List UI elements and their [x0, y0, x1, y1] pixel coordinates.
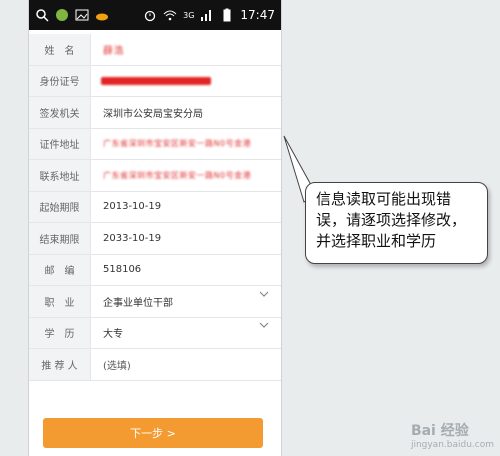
field-label: 邮 编 — [29, 254, 91, 285]
app-icon — [56, 9, 68, 21]
form-row-referrer[interactable]: 推 荐 人 (选填) — [29, 349, 281, 381]
form-row-name[interactable]: 姓 名 薛浩 — [29, 34, 281, 66]
occupation-select[interactable]: 企事业单位干部 — [91, 291, 281, 309]
field-label: 签发机关 — [29, 97, 91, 128]
field-label: 职 业 — [29, 286, 91, 317]
status-bar: 3G 17:47 — [29, 0, 281, 30]
cloud-icon — [96, 13, 108, 21]
field-label: 起始期限 — [29, 191, 91, 222]
battery-icon — [223, 8, 231, 22]
signal-icon — [201, 10, 212, 21]
form-row-start-date[interactable]: 起始期限 2013-10-19 — [29, 191, 281, 223]
chevron-down-icon[interactable] — [259, 320, 269, 330]
occupation-value: 企事业单位干部 — [103, 297, 173, 309]
field-label: 学 历 — [29, 317, 91, 348]
name-field[interactable]: 薛浩 — [91, 42, 281, 57]
field-label: 身份证号 — [29, 65, 91, 96]
watermark-main: Bai 经验 — [410, 423, 469, 439]
form-row-occupation[interactable]: 职 业 企事业单位干部 — [29, 286, 281, 318]
clock: 17:47 — [240, 8, 275, 22]
education-select[interactable]: 大专 — [91, 322, 281, 341]
field-label: 联系地址 — [29, 160, 91, 191]
issuer-field[interactable]: 深圳市公安局宝安分局 — [91, 105, 281, 120]
watermark-sub: jingyan.baidu.com — [410, 440, 494, 450]
start-date-field[interactable]: 2013-10-19 — [91, 201, 281, 212]
wifi-icon — [163, 10, 177, 21]
field-label: 姓 名 — [29, 34, 91, 65]
redaction-bar — [101, 76, 211, 85]
field-label: 结束期限 — [29, 223, 91, 254]
form-row-id-address[interactable]: 证件地址 广东省深圳市宝安区新安一路N0号金港 — [29, 128, 281, 160]
search-icon — [36, 9, 49, 22]
field-label: 推 荐 人 — [29, 349, 91, 380]
referrer-field[interactable]: (选填) — [91, 357, 281, 372]
form-row-postcode[interactable]: 邮 编 518106 — [29, 254, 281, 286]
image-icon — [75, 9, 89, 21]
redacted-value: 广东省深圳市宝安区新安一路N0号金港 — [103, 139, 252, 149]
postcode-field[interactable]: 518106 — [91, 264, 281, 275]
form-row-end-date[interactable]: 结束期限 2033-10-19 — [29, 223, 281, 255]
form-row-id-number[interactable]: 身份证号 — [29, 65, 281, 97]
phone-screen: 3G 17:47 姓 名 薛浩 身份证号 签发机关 深圳市公安局宝安分局 证件地… — [28, 0, 282, 456]
alarm-icon — [144, 10, 156, 22]
field-label: 证件地址 — [29, 128, 91, 159]
next-step-button[interactable]: 下一步 > — [43, 418, 263, 448]
watermark: Bai 经验 jingyan.baidu.com — [411, 420, 494, 450]
network-type: 3G — [183, 10, 195, 20]
instruction-callout: 信息读取可能出现错误，请逐项选择修改，并选择职业和学历 — [305, 182, 488, 264]
redacted-value: 薛浩 — [103, 45, 124, 57]
form-row-contact-address[interactable]: 联系地址 广东省深圳市宝安区新安一路N0号金港 — [29, 160, 281, 192]
form-row-issuer[interactable]: 签发机关 深圳市公安局宝安分局 — [29, 97, 281, 129]
redacted-value: 广东省深圳市宝安区新安一路N0号金港 — [103, 170, 252, 180]
contact-address-field[interactable]: 广东省深圳市宝安区新安一路N0号金港 — [91, 170, 281, 181]
id-address-field[interactable]: 广东省深圳市宝安区新安一路N0号金港 — [91, 138, 281, 149]
form-row-education[interactable]: 学 历 大专 — [29, 317, 281, 349]
id-info-form: 姓 名 薛浩 身份证号 签发机关 深圳市公安局宝安分局 证件地址 广东省深圳市宝… — [29, 34, 281, 381]
chevron-down-icon[interactable] — [259, 289, 269, 299]
education-value: 大专 — [103, 329, 123, 341]
end-date-field[interactable]: 2033-10-19 — [91, 233, 281, 244]
